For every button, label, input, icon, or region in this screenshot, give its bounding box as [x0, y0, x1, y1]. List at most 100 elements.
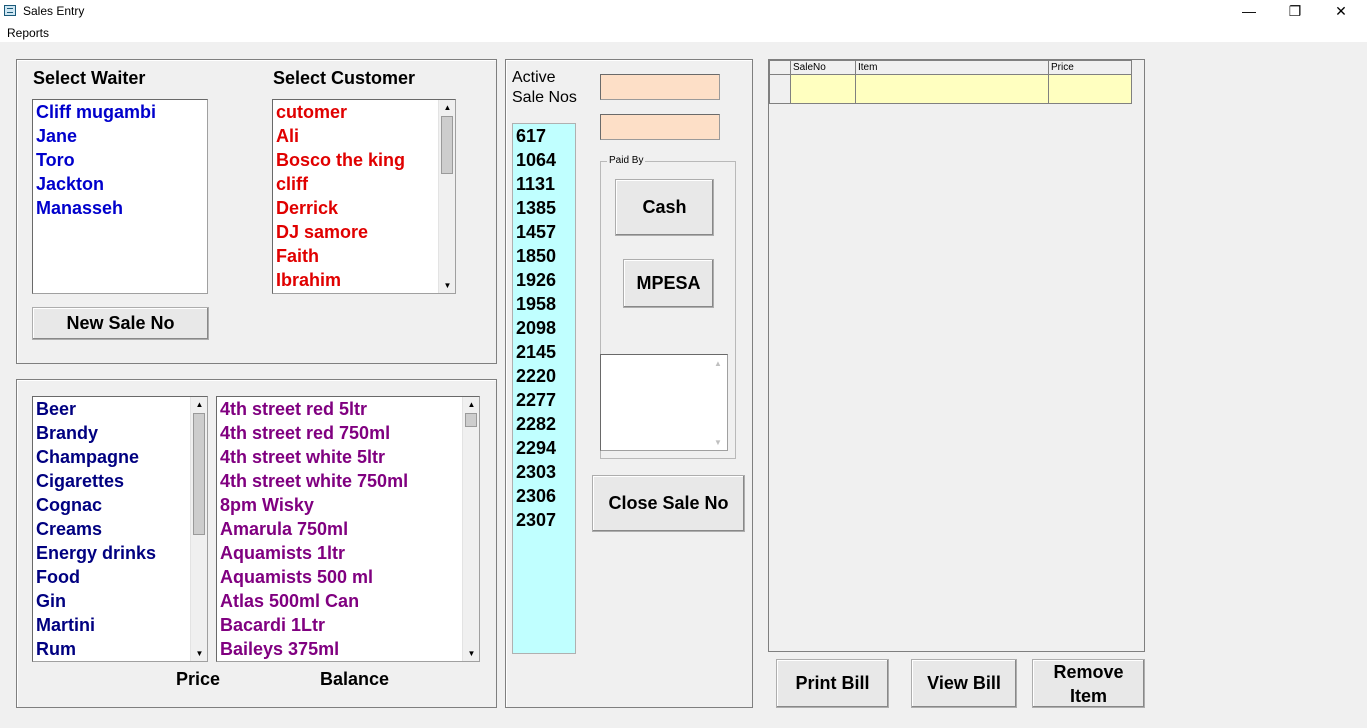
- category-item[interactable]: Martini: [33, 613, 207, 637]
- scroll-down-icon[interactable]: ▼: [714, 438, 722, 447]
- category-item[interactable]: Cognac: [33, 493, 207, 517]
- product-item[interactable]: Aquamists 500 ml: [217, 565, 479, 589]
- menu-bar: Reports: [0, 24, 1367, 42]
- grid-header-item[interactable]: Item: [855, 60, 1049, 75]
- customer-item[interactable]: DJ samore: [273, 220, 455, 244]
- waiter-item[interactable]: Toro: [33, 148, 207, 172]
- product-item[interactable]: Atlas 500ml Can: [217, 589, 479, 613]
- category-item[interactable]: Cigarettes: [33, 469, 207, 493]
- customer-list[interactable]: cutomer Ali Bosco the king cliff Derrick DJ s…: [272, 99, 456, 294]
- category-item[interactable]: Creams: [33, 517, 207, 541]
- active-sale-item[interactable]: 617: [513, 124, 575, 148]
- new-sale-button[interactable]: New Sale No: [32, 307, 209, 340]
- menu-reports[interactable]: Reports: [7, 26, 49, 40]
- active-sale-item[interactable]: 1064: [513, 148, 575, 172]
- grid-header-price[interactable]: Price: [1048, 60, 1132, 75]
- active-sale-item[interactable]: 1131: [513, 172, 575, 196]
- scroll-up-icon[interactable]: ▲: [465, 398, 478, 411]
- waiter-item[interactable]: Cliff mugambi: [33, 100, 207, 124]
- category-item[interactable]: Rum: [33, 637, 207, 661]
- product-item[interactable]: 4th street white 5ltr: [217, 445, 479, 469]
- active-sale-item[interactable]: 2303: [513, 460, 575, 484]
- sale-no-field[interactable]: [600, 74, 720, 100]
- active-sale-item[interactable]: 1958: [513, 292, 575, 316]
- category-item[interactable]: Brandy: [33, 421, 207, 445]
- scroll-down-icon[interactable]: ▼: [441, 279, 454, 292]
- active-sale-item[interactable]: 2220: [513, 364, 575, 388]
- close-button[interactable]: ✕: [1318, 0, 1364, 24]
- active-sale-item[interactable]: 2294: [513, 436, 575, 460]
- waiter-item[interactable]: Jackton: [33, 172, 207, 196]
- view-bill-button[interactable]: View Bill: [911, 659, 1017, 708]
- product-item[interactable]: Aquamists 1ltr: [217, 541, 479, 565]
- customer-item[interactable]: Ibrahim: [273, 268, 455, 292]
- grid-cell-price[interactable]: [1048, 74, 1132, 104]
- scroll-up-icon[interactable]: ▲: [193, 398, 206, 411]
- minimize-button[interactable]: —: [1226, 0, 1272, 24]
- payment-notes-textarea[interactable]: ▲ ▼: [600, 354, 728, 451]
- active-sale-item[interactable]: 1926: [513, 268, 575, 292]
- product-scrollbar[interactable]: ▲ ▼: [462, 397, 479, 661]
- product-item[interactable]: Baileys 375ml: [217, 637, 479, 661]
- product-item[interactable]: 4th street white 750ml: [217, 469, 479, 493]
- product-item[interactable]: 8pm Wisky: [217, 493, 479, 517]
- customer-item[interactable]: Derrick: [273, 196, 455, 220]
- restore-button[interactable]: ❐: [1272, 0, 1318, 24]
- price-label: Price: [176, 669, 221, 689]
- sale-items-grid[interactable]: SaleNo Item Price: [768, 59, 1145, 652]
- amount-field[interactable]: [600, 114, 720, 140]
- customer-item[interactable]: cliff: [273, 172, 455, 196]
- grid-corner-header: [769, 60, 791, 75]
- category-list[interactable]: Beer Brandy Champagne Cigarettes Cognac Cream…: [32, 396, 208, 662]
- grid-cell-saleno[interactable]: [790, 74, 856, 104]
- remove-item-button[interactable]: Remove Item: [1032, 659, 1145, 708]
- active-sale-item[interactable]: 2306: [513, 484, 575, 508]
- category-scrollbar[interactable]: ▲ ▼: [190, 397, 207, 661]
- scroll-thumb[interactable]: [465, 413, 477, 427]
- product-item[interactable]: Amarula 750ml: [217, 517, 479, 541]
- customer-item[interactable]: Faith: [273, 244, 455, 268]
- print-bill-button[interactable]: Print Bill: [776, 659, 889, 708]
- title-bar: Sales Entry — ❐ ✕: [0, 0, 1367, 24]
- active-sale-item[interactable]: 1385: [513, 196, 575, 220]
- scroll-up-icon[interactable]: ▲: [441, 101, 454, 114]
- cash-button[interactable]: Cash: [615, 179, 714, 236]
- product-list[interactable]: 4th street red 5ltr 4th street red 750ml 4…: [216, 396, 480, 662]
- waiter-item[interactable]: Manasseh: [33, 196, 207, 220]
- grid-row-header[interactable]: [769, 74, 791, 104]
- window-title: Sales Entry: [23, 4, 85, 18]
- product-item[interactable]: Bacardi 1Ltr: [217, 613, 479, 637]
- customer-scrollbar[interactable]: ▲ ▼: [438, 100, 455, 293]
- scroll-down-icon[interactable]: ▼: [465, 647, 478, 660]
- scroll-thumb[interactable]: [441, 116, 453, 174]
- category-item[interactable]: Energy drinks: [33, 541, 207, 565]
- active-sale-item[interactable]: 1850: [513, 244, 575, 268]
- active-sale-item[interactable]: 1457: [513, 220, 575, 244]
- product-item[interactable]: 4th street red 750ml: [217, 421, 479, 445]
- active-sale-item[interactable]: 2145: [513, 340, 575, 364]
- customer-item[interactable]: Ali: [273, 124, 455, 148]
- active-sale-nos-label: Active Sale Nos: [512, 69, 577, 106]
- waiter-item[interactable]: Jane: [33, 124, 207, 148]
- mpesa-button[interactable]: MPESA: [623, 259, 714, 308]
- active-sale-item[interactable]: 2282: [513, 412, 575, 436]
- grid-header-saleno[interactable]: SaleNo: [790, 60, 856, 75]
- waiter-list[interactable]: Cliff mugambi Jane Toro Jackton Manasseh: [32, 99, 208, 294]
- category-item[interactable]: Gin: [33, 589, 207, 613]
- customer-item[interactable]: Bosco the king: [273, 148, 455, 172]
- customer-item[interactable]: cutomer: [273, 100, 455, 124]
- category-item[interactable]: Beer: [33, 397, 207, 421]
- category-item[interactable]: Food: [33, 565, 207, 589]
- notes-scrollbar[interactable]: ▲ ▼: [710, 355, 727, 450]
- category-item[interactable]: Champagne: [33, 445, 207, 469]
- active-sale-item[interactable]: 2307: [513, 508, 575, 532]
- scroll-down-icon[interactable]: ▼: [193, 647, 206, 660]
- active-sale-item[interactable]: 2098: [513, 316, 575, 340]
- product-item[interactable]: 4th street red 5ltr: [217, 397, 479, 421]
- scroll-up-icon[interactable]: ▲: [714, 359, 722, 368]
- close-sale-button[interactable]: Close Sale No: [592, 475, 745, 532]
- scroll-thumb[interactable]: [193, 413, 205, 535]
- grid-cell-item[interactable]: [855, 74, 1049, 104]
- active-sales-list[interactable]: 617 1064 1131 1385 1457 1850 1926 1958 2098 2145 2…: [512, 123, 576, 654]
- active-sale-item[interactable]: 2277: [513, 388, 575, 412]
